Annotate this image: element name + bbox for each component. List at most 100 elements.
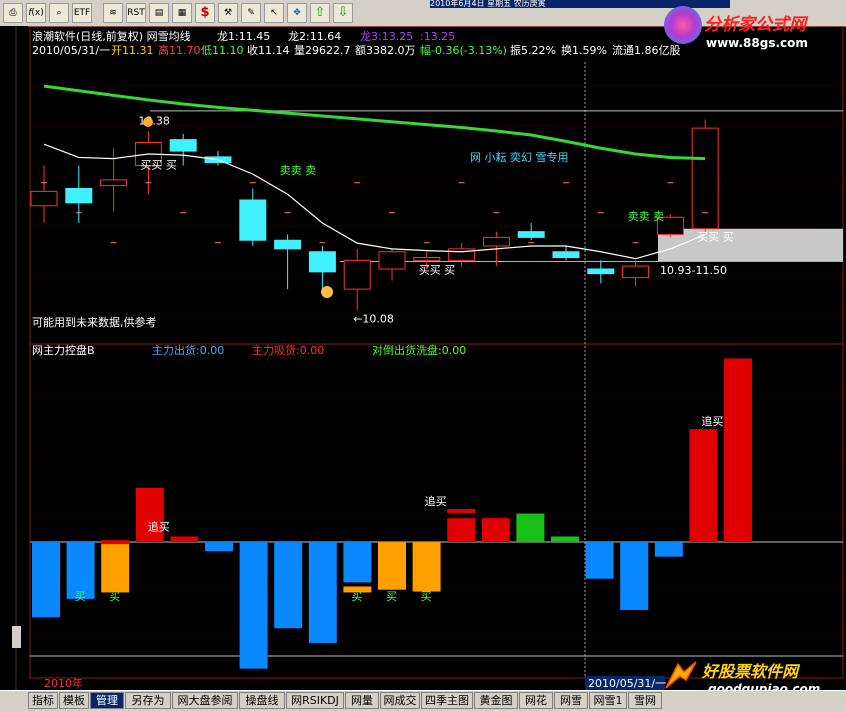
quote-field-8: 振5.22% (510, 43, 556, 57)
cursor-date: 2010/05/31/一 (588, 677, 666, 690)
candle-body (622, 265, 650, 279)
move-icon[interactable]: ✥ (287, 3, 307, 23)
quote-field-1: 开11.31 (111, 44, 154, 57)
quote-field-0: 2010/05/31/一 (32, 44, 110, 57)
chase-label-2: 追买 (701, 414, 723, 428)
oscillator-bar (585, 542, 614, 579)
tab-12[interactable]: 网雪 (554, 692, 588, 709)
tab-9[interactable]: 四季主图 (421, 692, 473, 709)
oscillator-bar (654, 542, 683, 557)
quote-field-6: 额3382.0万 (355, 44, 416, 57)
tab-bar: 指标 模板 管理 另存为 网大盘参阅 操盘线 网RSIKDJ 网量 网成交 四季主图 黄金图 网花 网雪… (0, 690, 846, 711)
netname-label: 网 小耘 奕幻 雪专用 (470, 150, 569, 164)
long4-label: :13.25 (420, 30, 455, 43)
signal-label-4: 买买 买 (697, 230, 734, 243)
brand-rocket-icon (665, 661, 697, 689)
lower-buy-label-4: 买 (421, 590, 432, 603)
oscillator-bar (481, 518, 510, 542)
quote-field-7: 幅-0.36(-3.13%) (420, 44, 507, 57)
print-icon[interactable]: ⎙ (3, 3, 23, 23)
candle-body (587, 268, 615, 275)
tab-13[interactable]: 网雪1 (589, 692, 627, 709)
lower-buy-label-0: 买 (75, 590, 86, 603)
signal-label-2: 买买 买 (419, 264, 456, 277)
signal-label-0: 买买 买 (140, 158, 177, 171)
oscillator-bar (101, 542, 130, 593)
lower-buy-label-2: 买 (351, 590, 362, 603)
oscillator-bar-secondary (101, 540, 130, 545)
data-icon[interactable]: ▤ (149, 3, 169, 23)
tab-5[interactable]: 操盘线 (239, 692, 285, 709)
quote-field-5: 量29622.7 (294, 44, 351, 57)
lower-title: 网主力控盘B (32, 343, 95, 357)
oscillator-bar (516, 513, 545, 542)
stock-chart[interactable]: 浪潮软件(日线,前复权) 网雪均线 龙1:11.45 龙2:11.64 龙3:13.2… (0, 26, 846, 690)
oscillator-bar (239, 542, 268, 669)
fx-icon[interactable]: f(x) (26, 3, 46, 23)
man-icon (143, 117, 153, 127)
tab-1[interactable]: 模板 (59, 692, 89, 709)
oscillator-bar (135, 487, 164, 542)
tab-3[interactable]: 另存为 (125, 692, 171, 709)
brand-logo-icon (664, 6, 702, 44)
oscillator-bar (32, 542, 60, 618)
dollar-icon[interactable]: $ (195, 3, 215, 23)
oscillator-bar-secondary (447, 508, 476, 513)
quote-field-3: 低11.10 (201, 44, 244, 57)
quote-field-2: 高11.70 (158, 43, 201, 57)
left-strip (0, 26, 28, 690)
oscillator-bar (620, 542, 649, 610)
oscillator-bar (205, 542, 233, 552)
wash-label: 对倒出货洗盘:0.00 (372, 343, 466, 357)
oscillator-bar (412, 542, 441, 592)
long3-label: 龙3:13.25 (360, 30, 413, 43)
candle-body (413, 257, 441, 261)
candle-body (65, 188, 93, 204)
tools-icon[interactable]: ⚒ (218, 3, 238, 23)
arrow-icon[interactable]: ↖ (264, 3, 284, 23)
oscillator-bar (689, 429, 718, 542)
money-bag-icon (321, 286, 333, 298)
down-arrow-icon[interactable]: ⇩ (333, 3, 353, 23)
tab-10[interactable]: 黄金图 (474, 692, 518, 709)
lower-buy-label-3: 买 (386, 590, 397, 603)
candle-body (274, 239, 302, 250)
lower-buy-label-1: 买 (109, 590, 120, 603)
oscillator-bar (551, 536, 579, 542)
signal-label-1: 卖卖 卖 (280, 164, 317, 177)
candle-body (691, 127, 719, 230)
rst-icon[interactable]: RST (126, 3, 146, 23)
future-note: 可能用到未来数据,供参考 (32, 315, 157, 329)
main-out-label: 主力出货:0.00 (152, 343, 224, 357)
candle-body (343, 259, 371, 290)
oscillator-bar (274, 542, 303, 629)
search-icon[interactable]: ⌕ (49, 3, 69, 23)
candle-body (517, 231, 545, 238)
brand-top-name: 分析家公式网 (704, 15, 806, 35)
oscillator-bar (378, 542, 406, 590)
tab-7[interactable]: 网量 (345, 692, 379, 709)
tab-2[interactable]: 管理 (90, 692, 124, 709)
tab-4[interactable]: 网大盘参阅 (172, 692, 238, 709)
brand-bottom-name: 好股票软件网 (702, 662, 799, 681)
range-label: 10.93-11.50 (660, 264, 727, 277)
low-mark-label: ←10.08 (353, 312, 394, 325)
tab-6[interactable]: 网RSIKDJ (286, 692, 344, 709)
chase-label-1: 追买 (425, 494, 447, 508)
tab-8[interactable]: 网成交 (380, 692, 420, 709)
oscillator-bar (724, 358, 752, 542)
up-arrow-icon[interactable]: ⇧ (310, 3, 330, 23)
tab-0[interactable]: 指标 (28, 692, 58, 709)
tab-14[interactable]: 雪网 (628, 692, 662, 709)
indicator-icon[interactable]: ≋ (103, 3, 123, 23)
grid-icon[interactable]: ▦ (172, 3, 192, 23)
main-in-label: 主力吸货:0.00 (252, 343, 324, 357)
etf-icon[interactable]: ETF (72, 3, 92, 23)
left-scrollbar-thumb (12, 626, 21, 648)
tab-11[interactable]: 网花 (519, 692, 553, 709)
candle-body (30, 190, 58, 207)
candle-body (482, 236, 510, 247)
chart-title-row: 浪潮软件(日线,前复权) 网雪均线 (32, 29, 191, 43)
pen-icon[interactable]: ✎ (241, 3, 261, 23)
candle-body (378, 251, 406, 270)
